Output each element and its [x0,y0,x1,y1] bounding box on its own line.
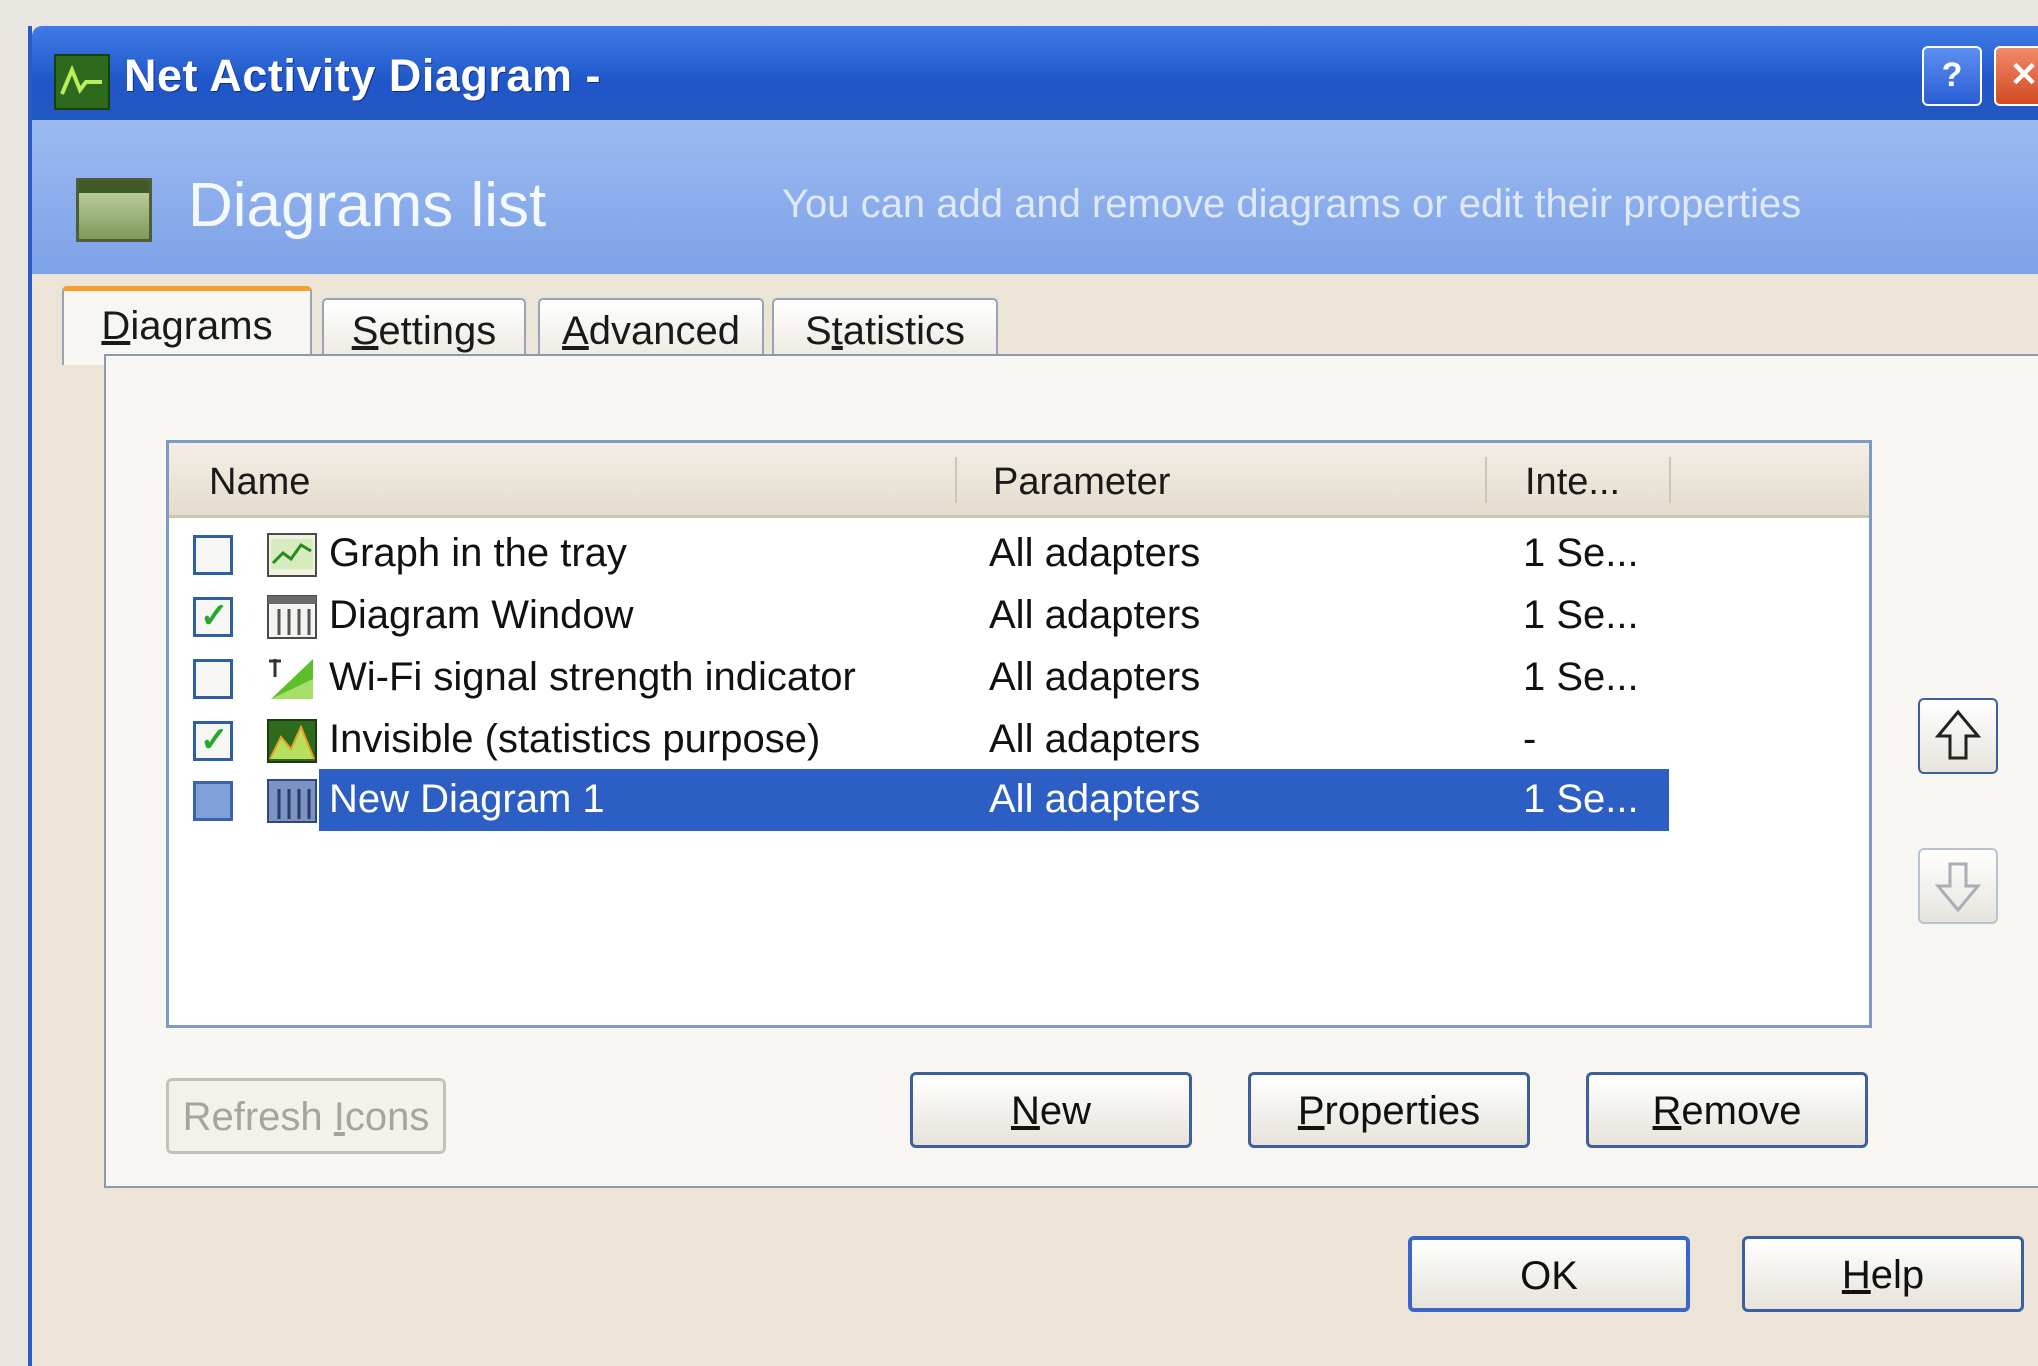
move-up-button[interactable] [1918,698,1998,774]
diagram-name: New Diagram 1 [329,777,605,821]
column-parameter[interactable]: Parameter [993,461,1170,504]
dialog-window: Net Activity Diagram - ? ✕ Diagrams list… [28,26,2038,1366]
wifi-signal-icon [269,659,313,699]
diagram-name: Diagram Window [329,593,634,637]
tab-statistics[interactable]: Statistics [772,298,998,362]
list-item[interactable]: ✓ Invisible (statistics purpose) All ada… [169,709,1869,771]
ok-button[interactable]: OK [1408,1236,1690,1312]
diagram-interval: 1 Se... [1523,655,1639,699]
diagram-parameter: All adapters [989,655,1201,699]
column-name[interactable]: Name [209,461,310,504]
close-button[interactable]: ✕ [1994,46,2038,106]
column-separator[interactable] [1485,457,1487,503]
title-bar[interactable]: Net Activity Diagram - ? ✕ [32,26,2038,120]
diagram-name: Invisible (statistics purpose) [329,717,821,761]
properties-button[interactable]: Properties [1248,1072,1530,1148]
enable-checkbox[interactable]: ✓ [193,721,233,761]
enable-checkbox[interactable] [193,781,233,821]
app-icon [54,54,110,110]
tab-advanced[interactable]: Advanced [538,298,764,362]
diagram-name: Graph in the tray [329,531,627,575]
diagram-window-icon [267,595,317,639]
checkmark-icon: ✓ [200,597,229,635]
diagram-interval: 1 Se... [1523,777,1639,821]
checkmark-icon: ✓ [200,721,229,759]
diagram-interval: 1 Se... [1523,531,1639,575]
diagram-parameter: All adapters [989,717,1201,761]
diagram-interval: - [1523,717,1537,761]
move-up-icon [1934,709,1982,760]
list-item[interactable]: Graph in the tray All adapters 1 Se... [169,523,1869,585]
help-button[interactable]: Help [1742,1236,2024,1312]
list-item[interactable]: ✓ Diagram Window All adapters 1 Se... [169,585,1869,647]
diagram-interval: 1 Se... [1523,593,1639,637]
statistics-chart-icon [267,719,317,763]
column-separator[interactable] [1669,457,1671,503]
list-item[interactable]: New Diagram 1 All adapters 1 Se... [169,769,1869,831]
tray-graph-icon [267,533,317,577]
move-down-button[interactable] [1918,848,1998,924]
diagram-parameter: All adapters [989,531,1201,575]
list-header: Name Parameter Inte... [169,443,1869,518]
new-diagram-icon [267,779,317,823]
enable-checkbox[interactable] [193,535,233,575]
header-description: You can add and remove diagrams or edit … [782,182,1802,226]
diagram-parameter: All adapters [989,777,1201,821]
help-title-button[interactable]: ? [1922,46,1982,106]
diagrams-list-icon [76,178,152,242]
move-down-icon [1934,862,1982,913]
diagram-parameter: All adapters [989,593,1201,637]
diagrams-list[interactable]: Name Parameter Inte... Graph in the tray… [166,440,1872,1028]
header-title: Diagrams list [188,171,547,240]
diagram-name: Wi-Fi signal strength indicator [329,655,856,699]
diagrams-tab-panel: Name Parameter Inte... Graph in the tray… [104,354,2038,1188]
enable-checkbox[interactable] [193,659,233,699]
list-item[interactable]: Wi-Fi signal strength indicator All adap… [169,647,1869,709]
column-interval[interactable]: Inte... [1525,461,1620,504]
tab-settings[interactable]: Settings [322,298,526,362]
window-title: Net Activity Diagram - [124,50,601,101]
remove-button[interactable]: Remove [1586,1072,1868,1148]
enable-checkbox[interactable]: ✓ [193,597,233,637]
new-button[interactable]: New [910,1072,1192,1148]
refresh-icons-button[interactable]: Refresh Icons [166,1078,446,1154]
column-separator[interactable] [955,457,957,503]
header-band: Diagrams list You can add and remove dia… [32,120,2038,274]
